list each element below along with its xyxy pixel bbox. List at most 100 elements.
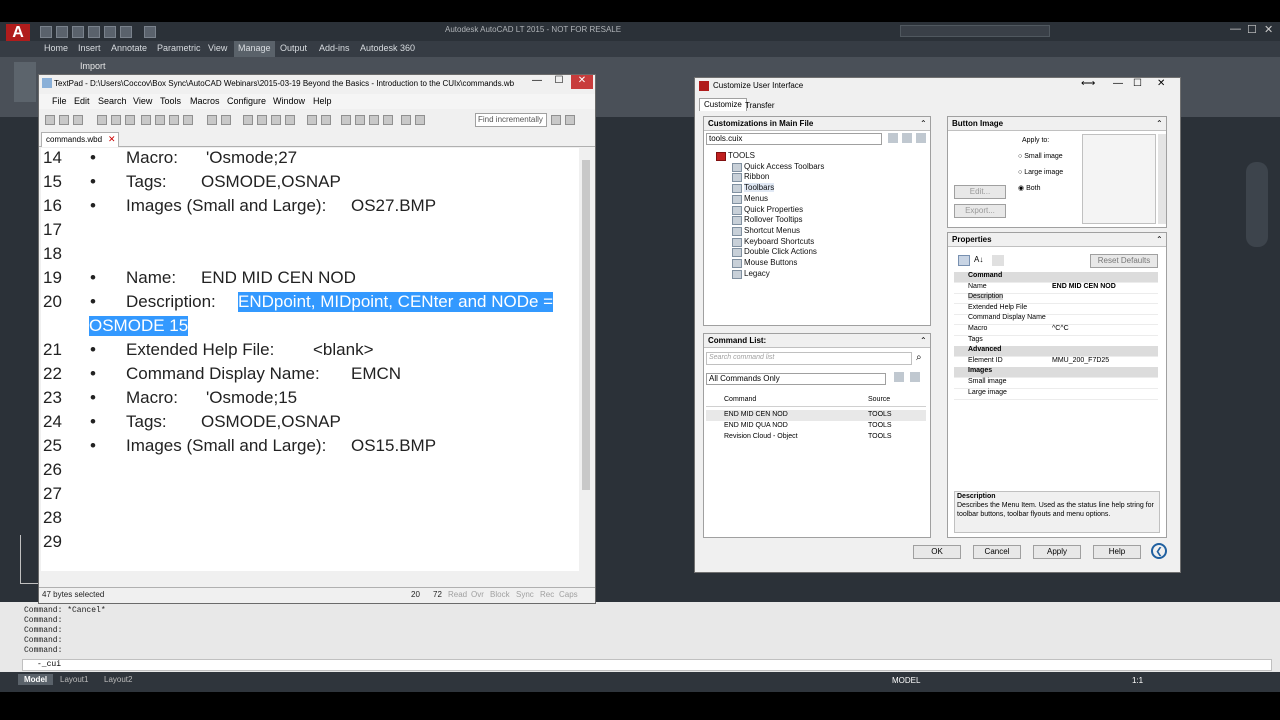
menu-edit[interactable]: Edit [74,96,90,106]
scrollbar-thumb[interactable] [582,160,590,490]
find-in-files-icon[interactable] [369,115,379,125]
menu-view[interactable]: View [133,96,152,106]
outdent-icon[interactable] [257,115,267,125]
property-row[interactable]: Large image [954,389,1158,400]
find-icon[interactable] [341,115,351,125]
show-symbols-icon[interactable] [285,115,295,125]
save-icon[interactable] [72,26,84,38]
property-row[interactable]: Element ID MMU_200_F7D25 [954,357,1158,368]
apply-button[interactable]: Apply [1033,545,1081,559]
open-file-icon[interactable] [59,115,69,125]
tree-root-tools[interactable]: TOOLS [728,151,755,160]
command-search-input[interactable]: Search command list [706,352,912,365]
editor-line[interactable]: 17 [41,220,579,244]
column-source[interactable]: Source [868,396,890,403]
tab-customize[interactable]: Customize [699,98,747,111]
ribbon-tab-home[interactable]: Home [44,43,68,53]
cui-ribbon-button[interactable] [14,62,36,102]
textpad-close-button[interactable]: ✕ [571,75,593,89]
cui-minimize-button[interactable]: — [1113,78,1123,89]
saveas-icon[interactable] [88,26,100,38]
image-grid-scrollbar[interactable] [1158,134,1166,224]
collapse-chevron-icon[interactable]: ⌃ [1156,235,1163,244]
cut-icon[interactable] [141,115,151,125]
property-row[interactable]: Small image [954,378,1158,389]
close-tab-icon[interactable]: ✕ [108,134,116,145]
find-prev-icon[interactable] [565,115,575,125]
find-incrementally-input[interactable]: Find incrementally [475,113,547,127]
tree-node[interactable]: Quick Access Toolbars [744,162,824,171]
macro-play-icon[interactable] [415,115,425,125]
textpad-minimize-button[interactable]: — [527,75,547,89]
redo-icon[interactable] [221,115,231,125]
image-library-grid[interactable] [1082,134,1156,224]
ribbon-tab-insert[interactable]: Insert [78,43,101,53]
tree-node[interactable]: Toolbars [744,183,775,193]
cuix-file-select[interactable]: tools.cuix [706,133,882,145]
ok-button[interactable]: OK [913,545,961,559]
ribbon-tab-parametric[interactable]: Parametric [157,43,201,53]
find-next-icon[interactable] [551,115,561,125]
model-space-toggle[interactable]: MODEL [892,676,920,685]
property-pages-icon[interactable] [992,255,1004,266]
textpad-editor[interactable]: 14 • Macro: 'Osmode;27 15 • Tags: OSMODE,OSNAP 1… [41,148,579,573]
help-button[interactable]: Help [1093,545,1141,559]
editor-line[interactable]: 28 [41,508,579,532]
open-icon[interactable] [56,26,68,38]
collapse-dialog-icon[interactable]: ❮ [1151,543,1167,559]
tree-node[interactable]: Menus [744,194,768,203]
tree-node[interactable]: Legacy [744,269,770,278]
edit-image-button[interactable]: Edit... [954,185,1006,199]
new-file-icon[interactable] [45,115,55,125]
editor-line[interactable]: 16 • Images (Small and Large): OS27.BMP [41,196,579,220]
menu-file[interactable]: File [52,96,67,106]
save-file-icon[interactable] [73,115,83,125]
editor-line[interactable]: 19 • Name: END MID CEN NOD [41,268,579,292]
property-row[interactable]: Name END MID CEN NOD [954,283,1158,294]
command-options-icon[interactable] [910,372,920,382]
paste-icon[interactable] [169,115,179,125]
editor-line[interactable]: 21 • Extended Help File: <blank> [41,340,579,364]
command-input[interactable]: -_cui [37,660,61,669]
load-partial-icon[interactable] [888,133,898,143]
editor-line[interactable]: 20 • Description: ENDpoint, MIDpoint, CENte… [41,292,579,316]
annotation-scale[interactable]: 1:1 [1132,676,1143,685]
collapse-chevron-icon[interactable]: ⌃ [920,336,927,345]
spell-check-icon[interactable] [125,115,135,125]
tab-layout2[interactable]: Layout2 [104,675,132,684]
word-wrap-icon[interactable] [271,115,281,125]
editor-line[interactable]: 29 [41,532,579,556]
acad-search-box[interactable] [900,25,1050,37]
menu-help[interactable]: Help [313,96,332,106]
print-icon[interactable] [97,115,107,125]
property-row[interactable]: Extended Help File [954,304,1158,315]
reset-defaults-button[interactable]: Reset Defaults [1090,254,1158,268]
categorized-icon[interactable] [958,255,970,266]
textpad-maximize-button[interactable]: ☐ [549,75,569,89]
import-button[interactable]: Import [80,61,106,71]
tab-layout1[interactable]: Layout1 [60,675,88,684]
plot-icon[interactable] [104,26,116,38]
undo-icon[interactable] [207,115,217,125]
menu-tools[interactable]: Tools [160,96,181,106]
menu-macros[interactable]: Macros [190,96,220,106]
search-icon[interactable]: ⌕ [916,352,922,363]
new-icon[interactable] [40,26,52,38]
copy-icon[interactable] [155,115,165,125]
tree-node[interactable]: Mouse Buttons [744,258,797,267]
radio-large-image[interactable]: ○ Large image [1018,169,1063,176]
menu-configure[interactable]: Configure [227,96,266,106]
navigation-bar[interactable] [1246,162,1268,247]
command-row[interactable]: END MID QUA NOD TOOLS [706,421,926,432]
command-row[interactable]: Revision Cloud - Object TOOLS [706,432,926,443]
command-row[interactable]: END MID CEN NOD TOOLS [706,410,926,421]
close-button[interactable]: ✕ [1264,23,1273,36]
editor-horizontal-scrollbar[interactable] [41,571,579,583]
browser-icon[interactable] [307,115,317,125]
tree-node[interactable]: Keyboard Shortcuts [744,237,814,246]
editor-line[interactable]: 23 • Macro: 'Osmode;15 [41,388,579,412]
cui-collapse-icon[interactable]: ⟷ [1081,78,1095,89]
command-filter-select[interactable]: All Commands Only [706,373,886,385]
property-category[interactable]: Advanced [954,346,1158,358]
property-category[interactable]: Images [954,367,1158,379]
